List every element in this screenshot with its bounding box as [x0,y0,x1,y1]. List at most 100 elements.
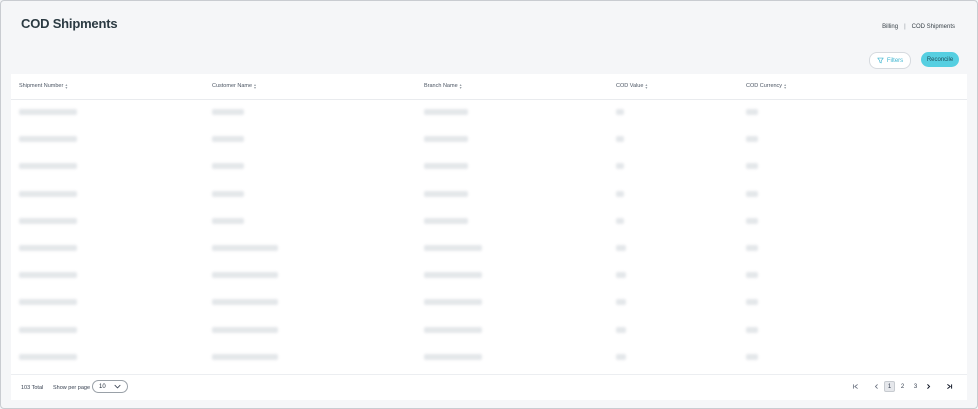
column-header-branch-name[interactable]: Branch Name ▴ ▾ [424,83,462,90]
page-title: COD Shipments [21,16,118,31]
filter-icon [877,57,884,64]
table-cell-redacted [212,245,278,251]
column-label: COD Value [616,83,644,89]
table-cell-redacted [19,326,77,333]
shipments-table: Shipment Number ▴ ▾ Customer Name ▴ ▾ Bran… [11,74,967,400]
table-cell-redacted [616,245,626,251]
table-cell-redacted [746,299,758,306]
per-page-select[interactable]: 10 [92,380,128,393]
toolbar-actions: Filters Reconcile [869,52,959,69]
previous-page-button[interactable] [871,381,882,392]
table-row[interactable] [11,127,967,154]
table-cell-redacted [19,272,77,279]
table-row[interactable] [11,290,967,317]
last-page-icon [947,384,953,389]
table-cell-redacted [746,136,758,143]
first-page-icon [852,384,858,389]
column-header-cod-currency[interactable]: COD Currency ▴ ▾ [746,83,786,90]
table-cell-redacted [424,272,482,279]
table-row[interactable] [11,236,967,263]
table-header: Shipment Number ▴ ▾ Customer Name ▴ ▾ Bran… [11,74,967,100]
sort-icon[interactable]: ▴ ▾ [645,83,647,90]
table-cell-redacted [424,190,468,197]
app-frame: COD Shipments Billing | COD Shipments Fi… [0,0,978,409]
chevron-left-icon [874,384,878,389]
table-cell-redacted [212,353,278,360]
table-cell-redacted [212,299,278,306]
table-cell-redacted [746,109,758,115]
breadcrumb-current: COD Shipments [911,24,955,30]
table-cell-redacted [616,326,626,333]
table-cell-redacted [424,217,468,224]
table-cell-redacted [212,272,278,279]
table-cell-redacted [212,326,278,333]
reconcile-label: Reconcile [926,56,954,63]
table-cell-redacted [19,190,77,197]
table-cell-redacted [424,136,468,143]
breadcrumb-billing[interactable]: Billing [882,24,898,30]
sort-icon[interactable]: ▴ ▾ [784,83,786,90]
column-header-customer-name[interactable]: Customer Name ▴ ▾ [212,83,256,90]
table-cell-redacted [19,136,77,143]
sort-icon[interactable]: ▴ ▾ [460,83,462,90]
next-page-button[interactable] [923,381,934,392]
table-cell-redacted [616,163,624,170]
last-page-button[interactable] [944,381,955,392]
table-cell-redacted [424,109,468,115]
table-cell-redacted [746,163,758,170]
table-cell-redacted [616,353,626,360]
table-cell-redacted [616,217,624,224]
table-cell-redacted [746,326,758,333]
table-cell-redacted [616,190,624,197]
page-3-button[interactable]: 3 [910,381,921,392]
table-cell-redacted [616,272,626,279]
total-count: 103 Total [21,385,44,391]
column-label: Shipment Number [19,83,64,89]
table-cell-redacted [616,109,624,115]
page-2-button[interactable]: 2 [897,381,908,392]
page-1-button[interactable]: 1 [884,381,895,392]
table-cell-redacted [746,272,758,279]
table-cell-redacted [19,109,77,115]
filters-label: Filters [886,57,904,64]
table-cell-redacted [616,136,624,143]
chevron-right-icon [927,384,931,389]
table-cell-redacted [212,109,244,115]
column-header-shipment-number[interactable]: Shipment Number ▴ ▾ [19,83,67,90]
table-cell-redacted [19,299,77,306]
table-cell-redacted [19,217,77,224]
table-cell-redacted [424,245,482,251]
table-row[interactable] [11,182,967,209]
sort-icon[interactable]: ▴ ▾ [254,83,256,90]
table-cell-redacted [746,245,758,251]
table-cell-redacted [424,163,468,170]
column-label: COD Currency [746,83,783,89]
table-row[interactable] [11,100,967,127]
breadcrumb: Billing | COD Shipments [882,24,955,30]
page-header: COD Shipments Billing | COD Shipments [21,16,957,40]
table-cell-redacted [424,326,482,333]
filters-button[interactable]: Filters [869,52,911,69]
column-label: Customer Name [212,83,253,89]
table-row[interactable] [11,263,967,290]
per-page-value: 10 [99,383,106,390]
per-page-label: Show per page [53,385,90,391]
table-row[interactable] [11,209,967,236]
column-header-cod-value[interactable]: COD Value ▴ ▾ [616,83,647,90]
table-cell-redacted [212,163,244,170]
table-cell-redacted [19,163,77,170]
table-cell-redacted [616,299,626,306]
table-row[interactable] [11,345,967,372]
pagination: 1 2 3 [850,381,955,392]
table-cell-redacted [19,353,77,360]
table-row[interactable] [11,154,967,181]
sort-icon[interactable]: ▴ ▾ [65,83,67,90]
first-page-button[interactable] [850,381,861,392]
table-row[interactable] [11,318,967,345]
table-cell-redacted [212,136,244,143]
table-cell-redacted [746,217,758,224]
reconcile-button[interactable]: Reconcile [921,52,959,67]
table-cell-redacted [424,299,482,306]
table-cell-redacted [746,190,758,197]
table-cell-redacted [746,353,758,360]
